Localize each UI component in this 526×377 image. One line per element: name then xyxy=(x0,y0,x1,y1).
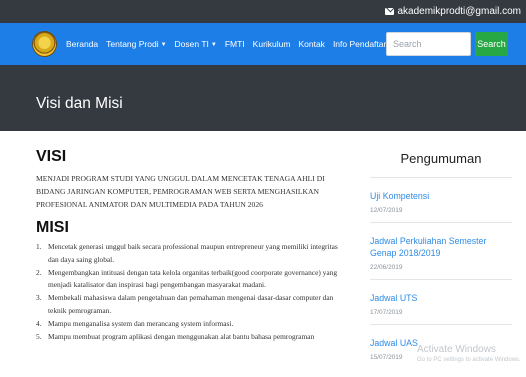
misi-number: 2. xyxy=(36,267,42,277)
misi-item: 1. Mencetak generasi unggul baik secara p… xyxy=(36,241,350,267)
visi-heading: VISI xyxy=(36,148,67,165)
contact-email[interactable]: akademikprodti@gmail.com xyxy=(385,5,521,18)
misi-item: 5. Mampu membuat program aplikasi dengan … xyxy=(36,331,350,344)
main-content: VISI MENJADI PROGRAM STUDI YANG UNGGUL D… xyxy=(36,148,350,343)
misi-item: 4. Mampu menganalisa system dan merancang… xyxy=(36,318,350,331)
top-contact-bar: akademikprodti@gmail.com xyxy=(0,0,526,23)
university-logo[interactable] xyxy=(32,31,57,57)
announcement-item: Uji Kompetensi 12/07/2019 xyxy=(370,177,512,222)
misi-text: Mampu membuat program aplikasi dengan me… xyxy=(48,331,315,341)
misi-number: 3. xyxy=(36,293,42,303)
misi-list: 1. Mencetak generasi unggul baik secara p… xyxy=(36,241,350,343)
misi-text: Mencetak generasi unggul baik secara pro… xyxy=(48,242,338,264)
activation-watermark: Activate Windows Go to PC settings to ac… xyxy=(417,344,521,363)
announcement-sidebar: Pengumuman Uji Kompetensi 12/07/2019 Jad… xyxy=(370,148,512,369)
nav-label: FMTI xyxy=(224,39,245,49)
nav-label: Beranda xyxy=(66,39,99,49)
misi-item: 3. Membekali mahasiswa dalam pengetahuan … xyxy=(36,292,350,318)
misi-item: 2. Mengembangkan intituasi dengan tata ke… xyxy=(36,267,350,293)
caret-down-icon: ▼ xyxy=(210,41,217,48)
nav-label: Dosen TI xyxy=(174,39,209,49)
misi-number: 1. xyxy=(36,242,42,251)
nav-menu: Beranda Tentang Prodi ▼ Dosen TI ▼ FMTI Ku… xyxy=(66,23,404,65)
caret-down-icon: ▼ xyxy=(160,41,167,48)
main-navbar: Beranda Tentang Prodi ▼ Dosen TI ▼ FMTI Ku… xyxy=(0,23,526,65)
announcement-link[interactable]: Jadwal UTS xyxy=(370,292,512,304)
envelope-icon xyxy=(385,8,395,15)
nav-item-tentang-prodi[interactable]: Tentang Prodi ▼ xyxy=(106,39,166,49)
misi-text: Mampu menganalisa system dan merancang s… xyxy=(48,318,234,328)
nav-item-fmti[interactable]: FMTI xyxy=(225,39,245,49)
watermark-subtitle: Go to PC settings to activate Windows. xyxy=(417,357,521,363)
nav-label: Kurikulum xyxy=(252,39,291,49)
announcement-date: 12/07/2019 xyxy=(370,207,403,214)
misi-number: 5. xyxy=(36,331,42,341)
announcement-item: Jadwal Perkuliahan Semester Genap 2018/2… xyxy=(370,222,512,279)
nav-item-beranda[interactable]: Beranda xyxy=(66,39,98,49)
page-header: Visi dan Misi xyxy=(0,65,526,131)
nav-item-dosen-ti[interactable]: Dosen TI ▼ xyxy=(175,39,217,49)
announcement-item: Jadwal UTS 17/07/2019 xyxy=(370,279,512,324)
visi-text: MENJADI PROGRAM STUDI YANG UNGGUL DALAM … xyxy=(36,174,325,209)
nav-label: Tentang Prodi xyxy=(106,39,159,49)
nav-label: Kontak xyxy=(298,39,325,49)
misi-number: 4. xyxy=(36,318,42,328)
announcement-date: 22/06/2019 xyxy=(370,264,403,271)
announcement-link[interactable]: Uji Kompetensi xyxy=(370,190,512,202)
announcement-date: 17/07/2019 xyxy=(370,309,403,316)
email-text: akademikprodti@gmail.com xyxy=(397,6,521,17)
search-input[interactable] xyxy=(386,32,471,56)
nav-item-kurikulum[interactable]: Kurikulum xyxy=(253,39,291,49)
sidebar-title: Pengumuman xyxy=(400,151,482,166)
page-title: Visi dan Misi xyxy=(36,95,123,112)
search-button[interactable]: Search xyxy=(475,32,508,56)
misi-heading: MISI xyxy=(36,219,69,236)
watermark-title: Activate Windows xyxy=(417,344,496,355)
announcement-link[interactable]: Jadwal Perkuliahan Semester Genap 2018/2… xyxy=(370,235,512,259)
misi-text: Mengembangkan intituasi dengan tata kelo… xyxy=(48,267,338,290)
nav-item-kontak[interactable]: Kontak xyxy=(298,39,324,49)
misi-text: Membekali mahasiswa dalam pengetahuan da… xyxy=(48,293,334,315)
